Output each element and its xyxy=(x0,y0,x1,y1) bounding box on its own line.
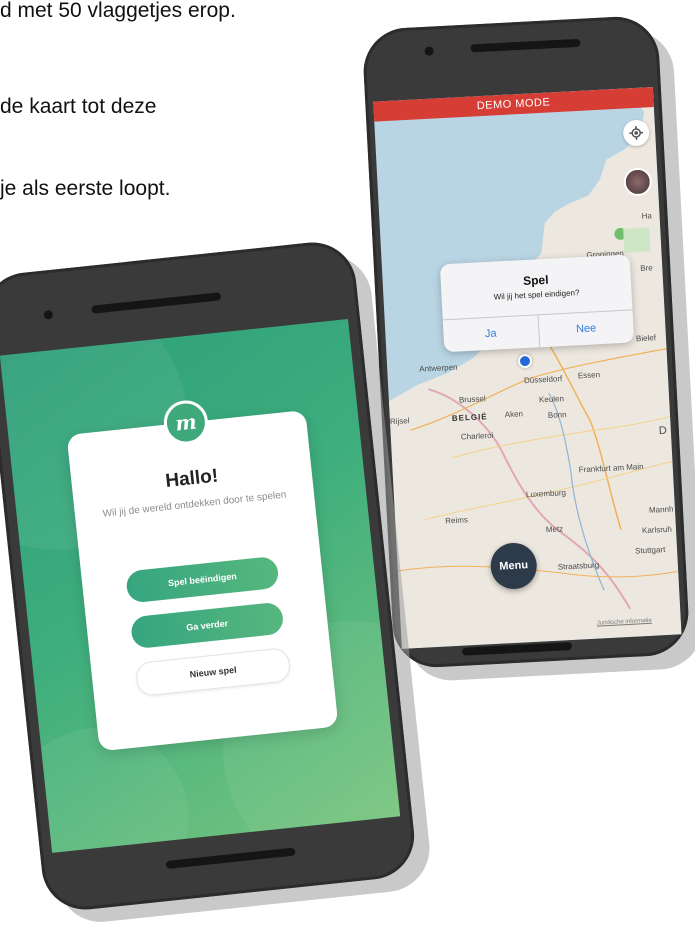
dialog-yes-button[interactable]: Ja xyxy=(443,315,539,352)
city-label: Aken xyxy=(505,409,524,419)
city-label: Keulen xyxy=(539,394,564,404)
city-label: Essen xyxy=(578,370,601,380)
city-label: Ha xyxy=(641,211,652,221)
end-game-dialog: Spel Wil jij het spel eindigen? Ja Nee xyxy=(440,254,634,352)
city-label: Karlsruh xyxy=(642,525,672,536)
city-label: Metz xyxy=(546,524,564,534)
city-label: Charleroi xyxy=(461,431,494,442)
start-screen: m Hallo! Wil jij de wereld ontdekken doo… xyxy=(0,319,400,853)
dialog-no-button[interactable]: Nee xyxy=(537,310,634,347)
crosshair-icon xyxy=(629,126,644,141)
map-screen: DEMO MODE Groningen Ha Bre Bielef Antwer… xyxy=(373,87,681,649)
new-game-button[interactable]: Nieuw spel xyxy=(135,647,292,697)
city-label: Reims xyxy=(445,515,468,525)
city-label: Rijsel xyxy=(390,416,410,426)
document-line-1: d met 50 vlaggetjes erop. xyxy=(0,0,236,24)
document-line-2: de kaart tot deze xyxy=(0,94,156,120)
city-label: Bielef xyxy=(636,333,656,343)
city-label: Brussel xyxy=(459,394,486,404)
start-phone: m Hallo! Wil jij de wereld ontdekken doo… xyxy=(0,238,418,914)
city-label: Bre xyxy=(640,263,653,273)
continue-button[interactable]: Ga verder xyxy=(130,602,285,650)
end-game-button[interactable]: Spel beëindigen xyxy=(125,556,280,604)
city-label: Mannh xyxy=(649,505,674,515)
city-label: Stuttgart xyxy=(635,545,666,556)
city-label: Bonn xyxy=(548,410,567,420)
city-label: BELGIË xyxy=(452,412,488,423)
map-phone: DEMO MODE Groningen Ha Bre Bielef Antwer… xyxy=(361,15,690,670)
city-label: D xyxy=(659,425,668,437)
document-line-3: je als eerste loopt. xyxy=(0,176,170,202)
welcome-card: m Hallo! Wil jij de wereld ontdekken doo… xyxy=(67,410,339,751)
